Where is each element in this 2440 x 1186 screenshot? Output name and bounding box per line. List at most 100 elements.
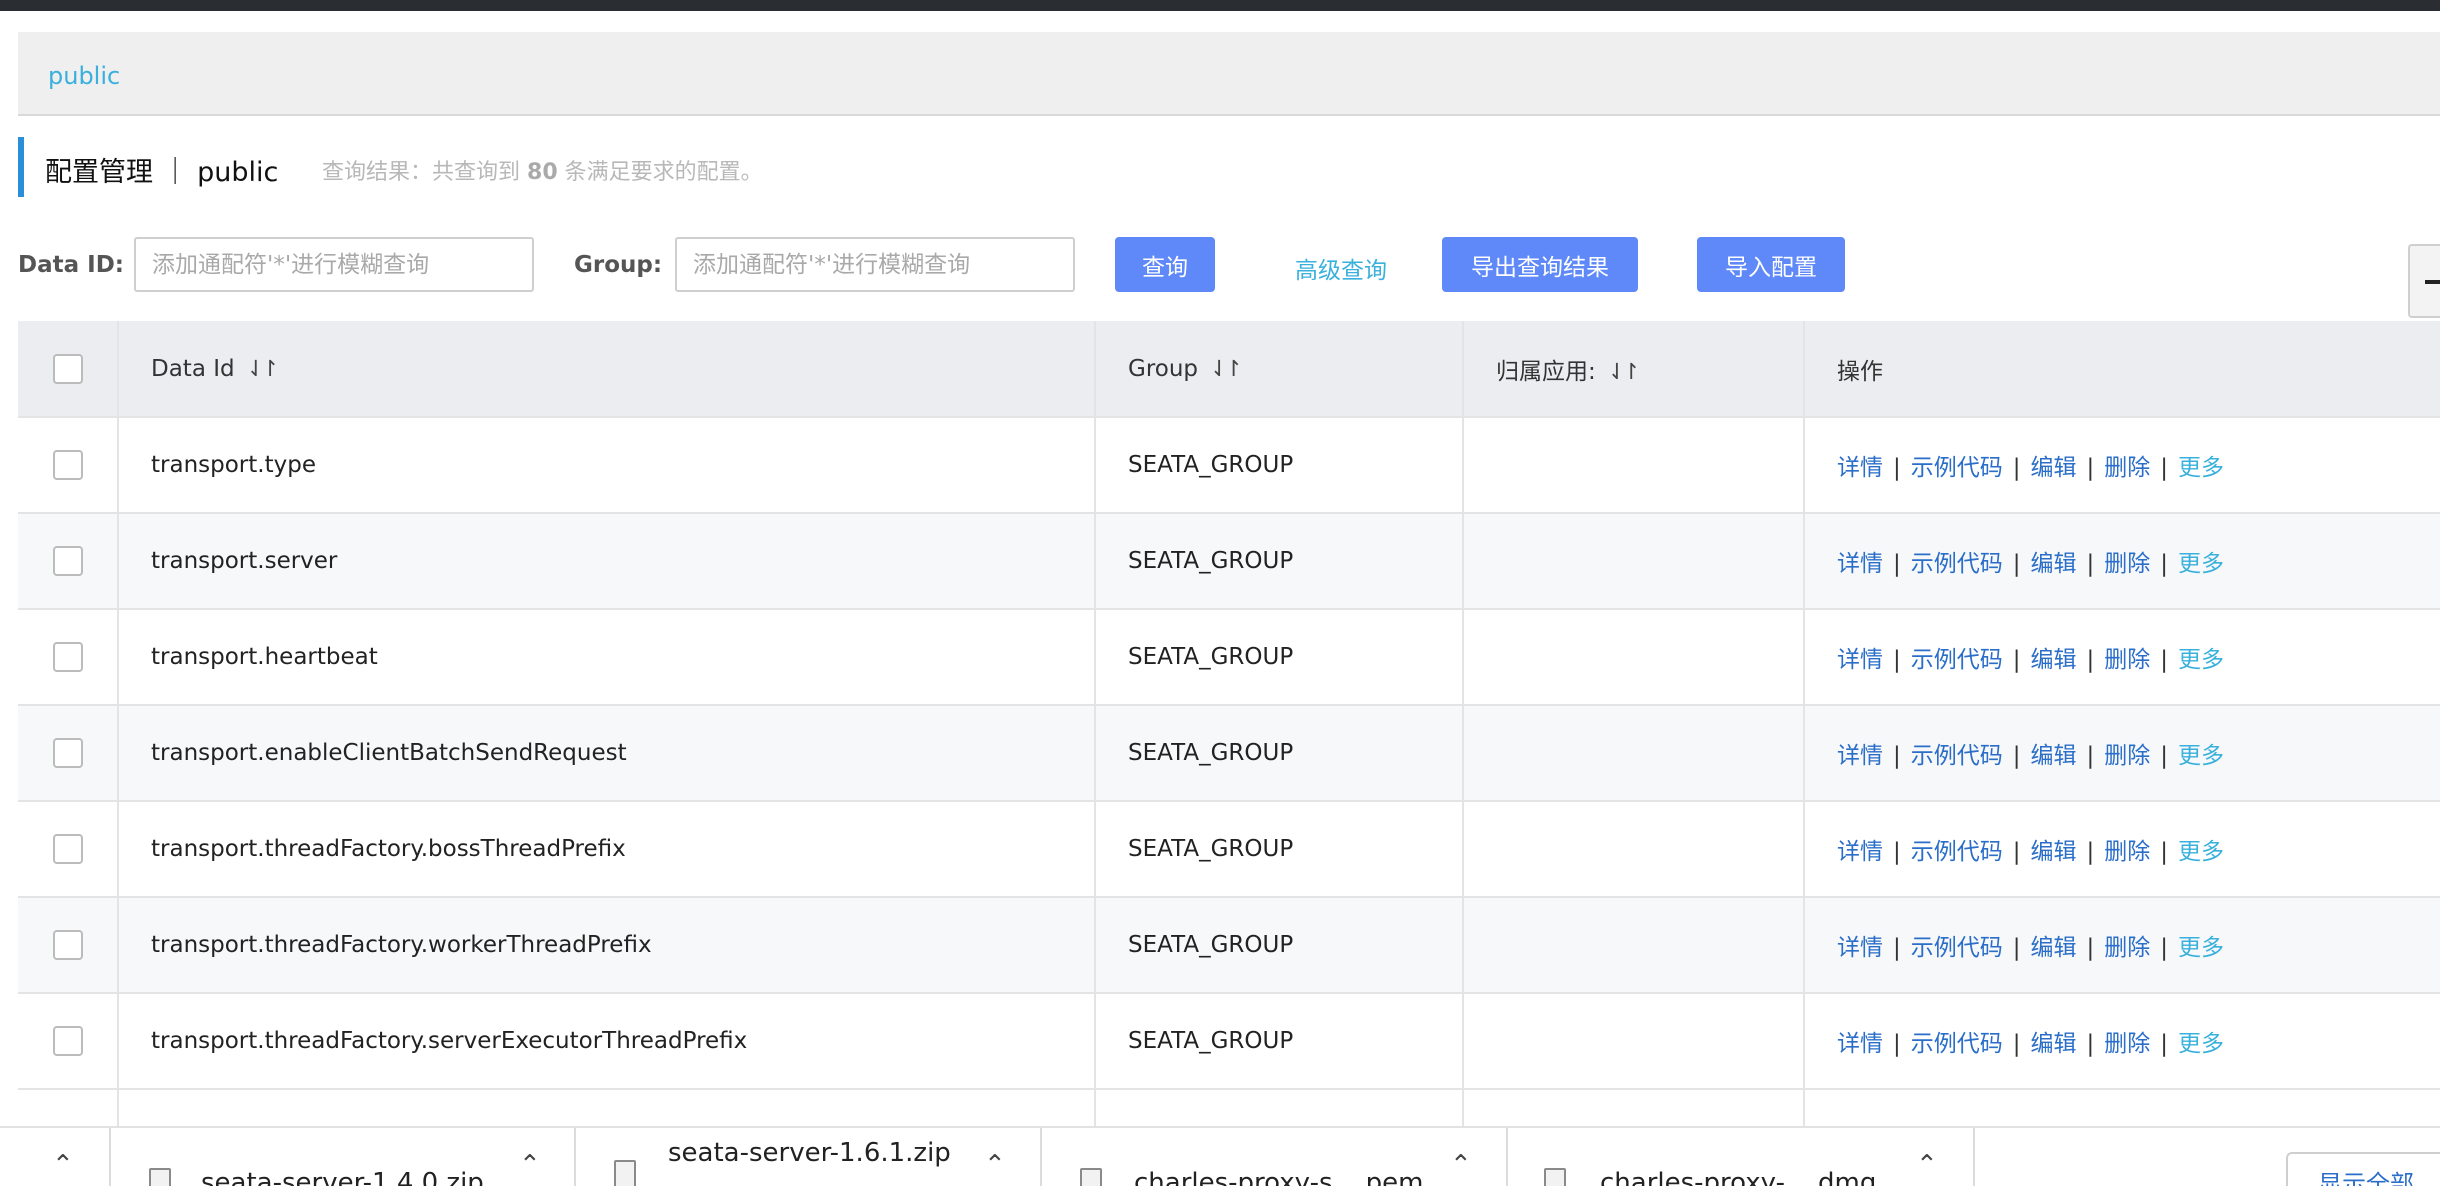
detail-link[interactable]: 详情 — [1837, 839, 1883, 865]
download-item[interactable]: seata-server-1.4.0.zip ⌃ — [111, 1128, 576, 1186]
chevron-up-icon[interactable]: ⌃ — [1450, 1150, 1472, 1180]
row-checkbox[interactable] — [52, 834, 83, 864]
cell-group: SEATA_GROUP — [1095, 705, 1464, 802]
cell-app — [1463, 609, 1805, 706]
row-checkbox-cell — [18, 897, 119, 994]
sample-code-link[interactable]: 示例代码 — [1911, 839, 2003, 865]
select-all-checkbox[interactable] — [52, 353, 83, 384]
separator: | — [2160, 551, 2168, 577]
download-item[interactable]: seata-server-1.6.1.zip ⌃ — [576, 1128, 1042, 1186]
sort-icon[interactable]: ⇃↾ — [1210, 357, 1243, 382]
download-item[interactable]: charles-proxy-s....pem ⌃ — [1042, 1128, 1508, 1186]
row-checkbox[interactable] — [52, 450, 83, 480]
row-checkbox[interactable] — [52, 1026, 83, 1056]
edit-link[interactable]: 编辑 — [2031, 455, 2077, 481]
table-row: transport.threadFactory.workerThreadPref… — [18, 897, 2440, 994]
cell-actions: 详情 | 示例代码 | 编辑 | 删除 | 更多 — [1804, 417, 2440, 514]
sample-code-link[interactable]: 示例代码 — [1911, 935, 2003, 961]
download-item[interactable]: charles-proxy-....dmg ⌃ — [1508, 1128, 1975, 1186]
detail-link[interactable]: 详情 — [1837, 455, 1883, 481]
sample-code-link[interactable]: 示例代码 — [1911, 743, 2003, 769]
detail-link[interactable]: 详情 — [1837, 647, 1883, 673]
sample-code-link[interactable]: 示例代码 — [1911, 647, 2003, 673]
edit-link[interactable]: 编辑 — [2031, 551, 2077, 577]
cell-app — [1463, 993, 1805, 1090]
column-header-app[interactable]: 归属应用: ⇃↾ — [1463, 321, 1805, 418]
separator: | — [2160, 935, 2168, 961]
column-header-data-id[interactable]: Data Id ⇃↾ — [118, 321, 1096, 418]
separator: | — [2086, 743, 2095, 769]
more-link[interactable]: 更多 — [2178, 935, 2224, 961]
table-header-row: Data Id ⇃↾ Group ⇃↾ 归属应用: ⇃↾ 操作 — [18, 321, 2440, 418]
chevron-up-icon[interactable]: ⌃ — [519, 1150, 541, 1180]
row-checkbox-cell — [18, 1089, 119, 1130]
more-link[interactable]: 更多 — [2178, 551, 2224, 577]
namespace-bar: public — [18, 32, 2440, 116]
edit-link[interactable]: 编辑 — [2031, 743, 2077, 769]
collapse-side-tab[interactable] — [2408, 244, 2440, 318]
data-id-input[interactable] — [134, 237, 534, 292]
separator: | — [2086, 935, 2095, 961]
separator: | — [2086, 1031, 2095, 1057]
detail-link[interactable]: 详情 — [1837, 1031, 1883, 1057]
data-id-label: Data ID: — [18, 252, 124, 278]
namespace-public-link[interactable]: public — [48, 62, 120, 90]
advanced-query-link[interactable]: 高级查询 — [1295, 251, 1387, 285]
cell-app — [1463, 705, 1805, 802]
query-result-summary: 查询结果：共查询到 80 条满足要求的配置。 — [322, 154, 763, 186]
separator: | — [2012, 743, 2021, 769]
cell-group: SEATA_GROUP — [1095, 897, 1464, 994]
sort-icon[interactable]: ⇃↾ — [247, 357, 280, 382]
separator: | — [2160, 1031, 2168, 1057]
edit-link[interactable]: 编辑 — [2031, 647, 2077, 673]
export-results-button[interactable]: 导出查询结果 — [1442, 237, 1638, 292]
edit-link[interactable]: 编辑 — [2031, 1031, 2077, 1057]
delete-link[interactable]: 删除 — [2104, 839, 2150, 865]
title-accent-bar — [18, 137, 24, 197]
row-checkbox-cell — [18, 513, 119, 610]
sort-icon[interactable]: ⇃↾ — [1608, 360, 1641, 385]
detail-link[interactable]: 详情 — [1837, 935, 1883, 961]
more-link[interactable]: 更多 — [2178, 839, 2224, 865]
separator: | — [1893, 647, 1901, 673]
more-link[interactable]: 更多 — [2178, 1031, 2224, 1057]
row-checkbox-cell — [18, 705, 119, 802]
detail-link[interactable]: 详情 — [1837, 743, 1883, 769]
table-row-partial — [18, 1089, 2440, 1130]
more-link[interactable]: 更多 — [2178, 455, 2224, 481]
delete-link[interactable]: 删除 — [2104, 551, 2150, 577]
delete-link[interactable]: 删除 — [2104, 743, 2150, 769]
delete-link[interactable]: 删除 — [2104, 935, 2150, 961]
delete-link[interactable]: 删除 — [2104, 647, 2150, 673]
edit-link[interactable]: 编辑 — [2031, 935, 2077, 961]
edit-link[interactable]: 编辑 — [2031, 839, 2077, 865]
separator: | — [2086, 647, 2095, 673]
sample-code-link[interactable]: 示例代码 — [1911, 455, 2003, 481]
column-header-group[interactable]: Group ⇃↾ — [1095, 321, 1464, 418]
import-config-button[interactable]: 导入配置 — [1697, 237, 1845, 292]
group-input[interactable] — [675, 237, 1075, 292]
more-link[interactable]: 更多 — [2178, 647, 2224, 673]
row-checkbox[interactable] — [52, 738, 83, 768]
separator: | — [1893, 839, 1901, 865]
detail-link[interactable]: 详情 — [1837, 551, 1883, 577]
delete-link[interactable]: 删除 — [2104, 455, 2150, 481]
chevron-up-icon[interactable]: ⌃ — [1916, 1150, 1938, 1180]
result-count: 80 — [527, 160, 558, 185]
column-header-actions: 操作 — [1804, 321, 2440, 418]
row-checkbox[interactable] — [52, 546, 83, 576]
sample-code-link[interactable]: 示例代码 — [1911, 551, 2003, 577]
cell-group: SEATA_GROUP — [1095, 417, 1464, 514]
row-checkbox[interactable] — [52, 930, 83, 960]
query-button[interactable]: 查询 — [1115, 237, 1215, 292]
table-row: transport.server SEATA_GROUP 详情 | 示例代码 | 编辑 | 删除… — [18, 513, 2440, 610]
delete-link[interactable]: 删除 — [2104, 1031, 2150, 1057]
show-all-downloads-button[interactable]: 显示全部 — [2286, 1152, 2440, 1186]
cell-group: SEATA_GROUP — [1095, 513, 1464, 610]
chevron-up-icon[interactable]: ⌃ — [984, 1150, 1006, 1180]
sample-code-link[interactable]: 示例代码 — [1911, 1031, 2003, 1057]
separator: | — [2160, 647, 2168, 673]
more-link[interactable]: 更多 — [2178, 743, 2224, 769]
cell-actions: 详情 | 示例代码 | 编辑 | 删除 | 更多 — [1804, 513, 2440, 610]
row-checkbox[interactable] — [52, 642, 83, 672]
